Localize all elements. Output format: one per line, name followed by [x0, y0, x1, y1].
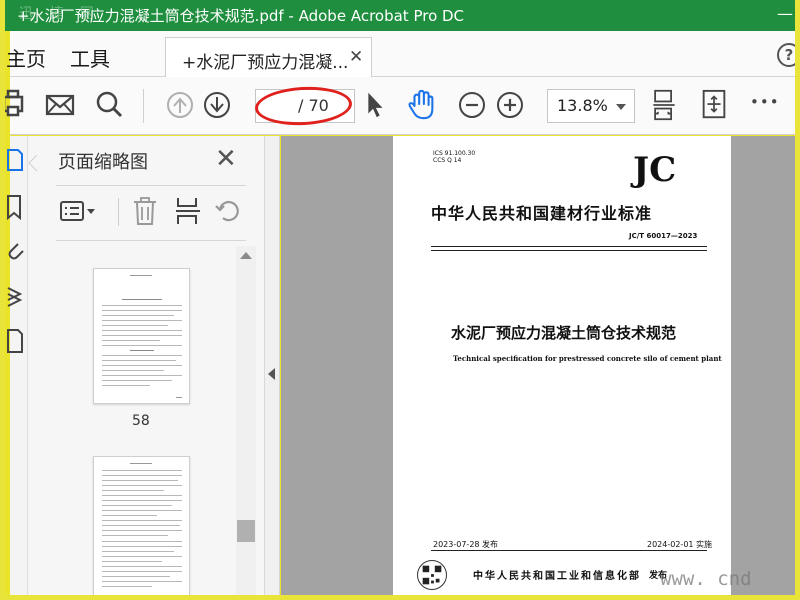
document-title-en: Technical specification for prestressed … — [453, 354, 722, 363]
zoom-value: 13.8% — [557, 96, 608, 115]
toolbar: / 70 13.8% ••• — [5, 77, 795, 135]
search-icon[interactable] — [95, 89, 125, 121]
header-rule — [431, 246, 707, 247]
panel-divider — [56, 185, 246, 186]
fit-page-icon[interactable] — [700, 89, 728, 121]
navigation-rail — [7, 136, 28, 595]
scrollbar-thumb[interactable] — [237, 520, 255, 542]
thumbnails-panel: 页面缩略图 ✕ 58 — [28, 136, 265, 595]
jc-logo: JC — [633, 150, 677, 190]
ccs-code: CCS Q 14 — [433, 157, 462, 164]
issuer: 中华人民共和国工业和信息化部 — [473, 571, 641, 582]
print-icon[interactable] — [4, 89, 28, 121]
document-view[interactable]: ICS 91.100.30 CCS Q 14 JC 中华人民共和国建材行业标准 … — [281, 136, 795, 595]
bookmarks-icon[interactable] — [6, 194, 24, 220]
toolbar-divider — [143, 89, 144, 123]
panel-title: 页面缩略图 — [58, 152, 148, 173]
footer-rule — [431, 550, 707, 551]
close-panel-icon[interactable]: ✕ — [215, 144, 237, 174]
scroll-up-icon[interactable] — [240, 252, 252, 259]
window-title: +水泥厂预应力混凝土筒仓技术规范.pdf - Adobe Acrobat Pro… — [17, 7, 465, 25]
next-page-icon[interactable] — [202, 89, 232, 121]
collapse-arrow-icon — [268, 368, 275, 380]
thumbnails-scrollbar[interactable] — [236, 246, 256, 595]
pdf-page: ICS 91.100.30 CCS Q 14 JC 中华人民共和国建材行业标准 … — [393, 136, 731, 595]
panel-collapse-handle[interactable] — [265, 136, 280, 595]
close-tab-icon[interactable]: ✕ — [349, 47, 363, 67]
rotate-icon[interactable] — [214, 197, 242, 225]
zoom-level-select[interactable]: 13.8% — [547, 89, 635, 123]
page-thumbnail[interactable] — [93, 268, 190, 404]
extract-pages-icon[interactable] — [174, 196, 202, 226]
header-rule — [431, 250, 707, 251]
minimize-button[interactable]: — — [777, 4, 793, 23]
panel-pointer-icon — [28, 154, 38, 172]
standard-org-title: 中华人民共和国建材行业标准 — [431, 204, 653, 223]
hand-tool-icon[interactable] — [406, 89, 438, 121]
attachments-icon[interactable] — [6, 238, 24, 262]
zoom-out-icon[interactable] — [457, 89, 487, 121]
zoom-in-icon[interactable] — [495, 89, 525, 121]
tab-bar: 主页 工具 +水泥厂预应力混凝... ✕ ? — [6, 31, 795, 78]
page-thumbnails-icon[interactable] — [6, 148, 24, 172]
select-cursor-icon[interactable] — [363, 89, 385, 121]
page-thumbnail[interactable] — [93, 456, 190, 595]
qr-code-icon — [417, 560, 447, 590]
trash-icon[interactable] — [131, 196, 159, 226]
chevron-down-icon — [616, 104, 626, 110]
window-frame: 迅 捷 网 +水泥厂预应力混凝土筒仓技术规范.pdf - Adobe Acrob… — [0, 0, 800, 600]
bottom-watermark: www. cnd — [660, 568, 752, 590]
release-date: 2023-07-28 发布 — [433, 540, 499, 549]
email-icon[interactable] — [45, 89, 75, 121]
previous-page-icon[interactable] — [165, 89, 195, 121]
document-icon[interactable] — [6, 328, 24, 354]
tab-tools[interactable]: 工具 — [70, 43, 110, 72]
standard-number: JC/T 60017—2023 — [629, 232, 698, 240]
panel-divider — [56, 240, 246, 241]
tab-home[interactable]: 主页 — [6, 43, 46, 72]
layers-icon[interactable] — [6, 282, 24, 308]
thumbnail-options-icon[interactable] — [59, 200, 99, 224]
tab-document[interactable]: +水泥厂预应力混凝... ✕ — [165, 37, 372, 78]
fit-width-icon[interactable] — [650, 89, 678, 121]
help-icon[interactable]: ? — [777, 43, 795, 67]
title-bar: 迅 捷 网 +水泥厂预应力混凝土筒仓技术规范.pdf - Adobe Acrob… — [5, 0, 795, 31]
panel-toolbar-divider — [118, 198, 119, 226]
thumbnail-page-number: 58 — [132, 413, 150, 429]
document-title-cn: 水泥厂预应力混凝土筒仓技术规范 — [451, 324, 677, 342]
effective-date: 2024-02-01 实施 — [647, 540, 713, 549]
more-tools-icon[interactable]: ••• — [750, 93, 780, 125]
tab-document-label: +水泥厂预应力混凝... — [182, 53, 349, 73]
ics-code: ICS 91.100.30 — [433, 150, 476, 157]
